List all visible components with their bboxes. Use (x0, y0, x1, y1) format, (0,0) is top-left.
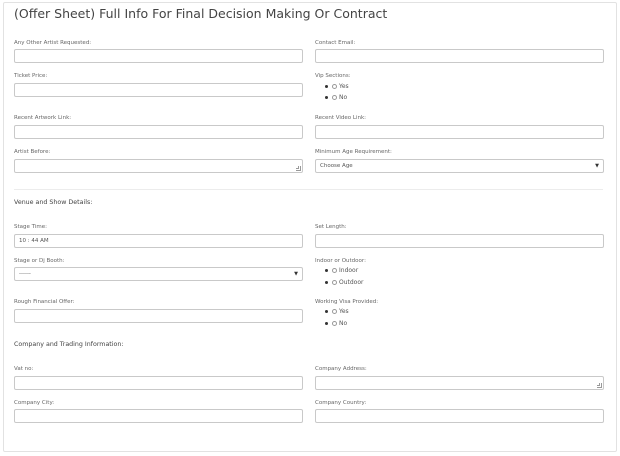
vat-no-label: Vat no: (14, 366, 34, 372)
outdoor-label: Outdoor (339, 279, 364, 286)
recent-artwork-label: Recent Artwork Link: (14, 115, 72, 121)
min-age-label: Minimum Age Requirement: (315, 149, 392, 155)
contact-email-input[interactable] (315, 49, 604, 63)
recent-artwork-input[interactable] (14, 125, 303, 139)
vip-no-radio[interactable] (332, 95, 337, 100)
company-city-label: Company City: (14, 400, 55, 406)
artist-before-textarea[interactable] (14, 159, 303, 173)
financial-offer-label: Rough Financial Offer: (14, 299, 75, 305)
bullet-icon (325, 269, 328, 272)
indoor-radio[interactable] (332, 268, 337, 273)
working-visa-label: Working Visa Provided: (315, 299, 379, 305)
bullet-icon (325, 310, 328, 313)
company-address-textarea[interactable] (315, 376, 604, 390)
contact-email-label: Contact Email: (315, 40, 356, 46)
resize-grip-icon[interactable] (597, 383, 603, 389)
visa-no-option[interactable]: No (325, 320, 347, 327)
indoor-option[interactable]: Indoor (325, 267, 358, 274)
min-age-selected: Choose Age (320, 163, 353, 169)
visa-no-label: No (339, 320, 348, 327)
caret-down-icon: ▼ (595, 163, 599, 169)
vip-no-label: No (339, 94, 348, 101)
company-city-input[interactable] (14, 409, 303, 423)
section-divider (14, 189, 603, 190)
outdoor-radio[interactable] (332, 280, 337, 285)
min-age-select[interactable]: Choose Age ▼ (315, 159, 604, 173)
vip-sections-label: Vip Sections: (315, 73, 351, 79)
stage-booth-selected: ------ (19, 271, 31, 277)
financial-offer-input[interactable] (14, 309, 303, 323)
bullet-icon (325, 322, 328, 325)
company-country-input[interactable] (315, 409, 604, 423)
indoor-outdoor-label: Indoor or Outdoor: (315, 258, 366, 264)
ticket-price-input[interactable] (14, 83, 303, 97)
vip-no-option[interactable]: No (325, 94, 347, 101)
visa-yes-option[interactable]: Yes (325, 308, 349, 315)
outdoor-option[interactable]: Outdoor (325, 279, 364, 286)
caret-down-icon: ▼ (294, 271, 298, 277)
other-artist-label: Any Other Artist Requested: (14, 40, 92, 46)
stage-time-input[interactable] (14, 234, 303, 248)
ticket-price-label: Ticket Price: (14, 73, 48, 79)
indoor-label: Indoor (339, 267, 359, 274)
resize-grip-icon[interactable] (296, 166, 302, 172)
visa-no-radio[interactable] (332, 321, 337, 326)
venue-section-heading: Venue and Show Details: (14, 199, 93, 206)
company-address-label: Company Address: (315, 366, 367, 372)
bullet-icon (325, 85, 328, 88)
other-artist-input[interactable] (14, 49, 303, 63)
vip-yes-radio[interactable] (332, 84, 337, 89)
company-country-label: Company Country: (315, 400, 367, 406)
bullet-icon (325, 281, 328, 284)
vip-yes-label: Yes (339, 83, 349, 90)
stage-booth-label: Stage or Dj Booth: (14, 258, 65, 264)
stage-booth-select[interactable]: ------ ▼ (14, 267, 303, 281)
stage-time-label: Stage Time: (14, 224, 47, 230)
visa-yes-radio[interactable] (332, 309, 337, 314)
set-length-label: Set Length: (315, 224, 347, 230)
form-title: (Offer Sheet) Full Info For Final Decisi… (14, 6, 388, 21)
recent-video-label: Recent Video Link: (315, 115, 367, 121)
vat-no-input[interactable] (14, 376, 303, 390)
set-length-input[interactable] (315, 234, 604, 248)
company-section-heading: Company and Trading Information: (14, 341, 124, 348)
artist-before-label: Artist Before: (14, 149, 51, 155)
vip-yes-option[interactable]: Yes (325, 83, 349, 90)
recent-video-input[interactable] (315, 125, 604, 139)
visa-yes-label: Yes (339, 308, 349, 315)
bullet-icon (325, 96, 328, 99)
